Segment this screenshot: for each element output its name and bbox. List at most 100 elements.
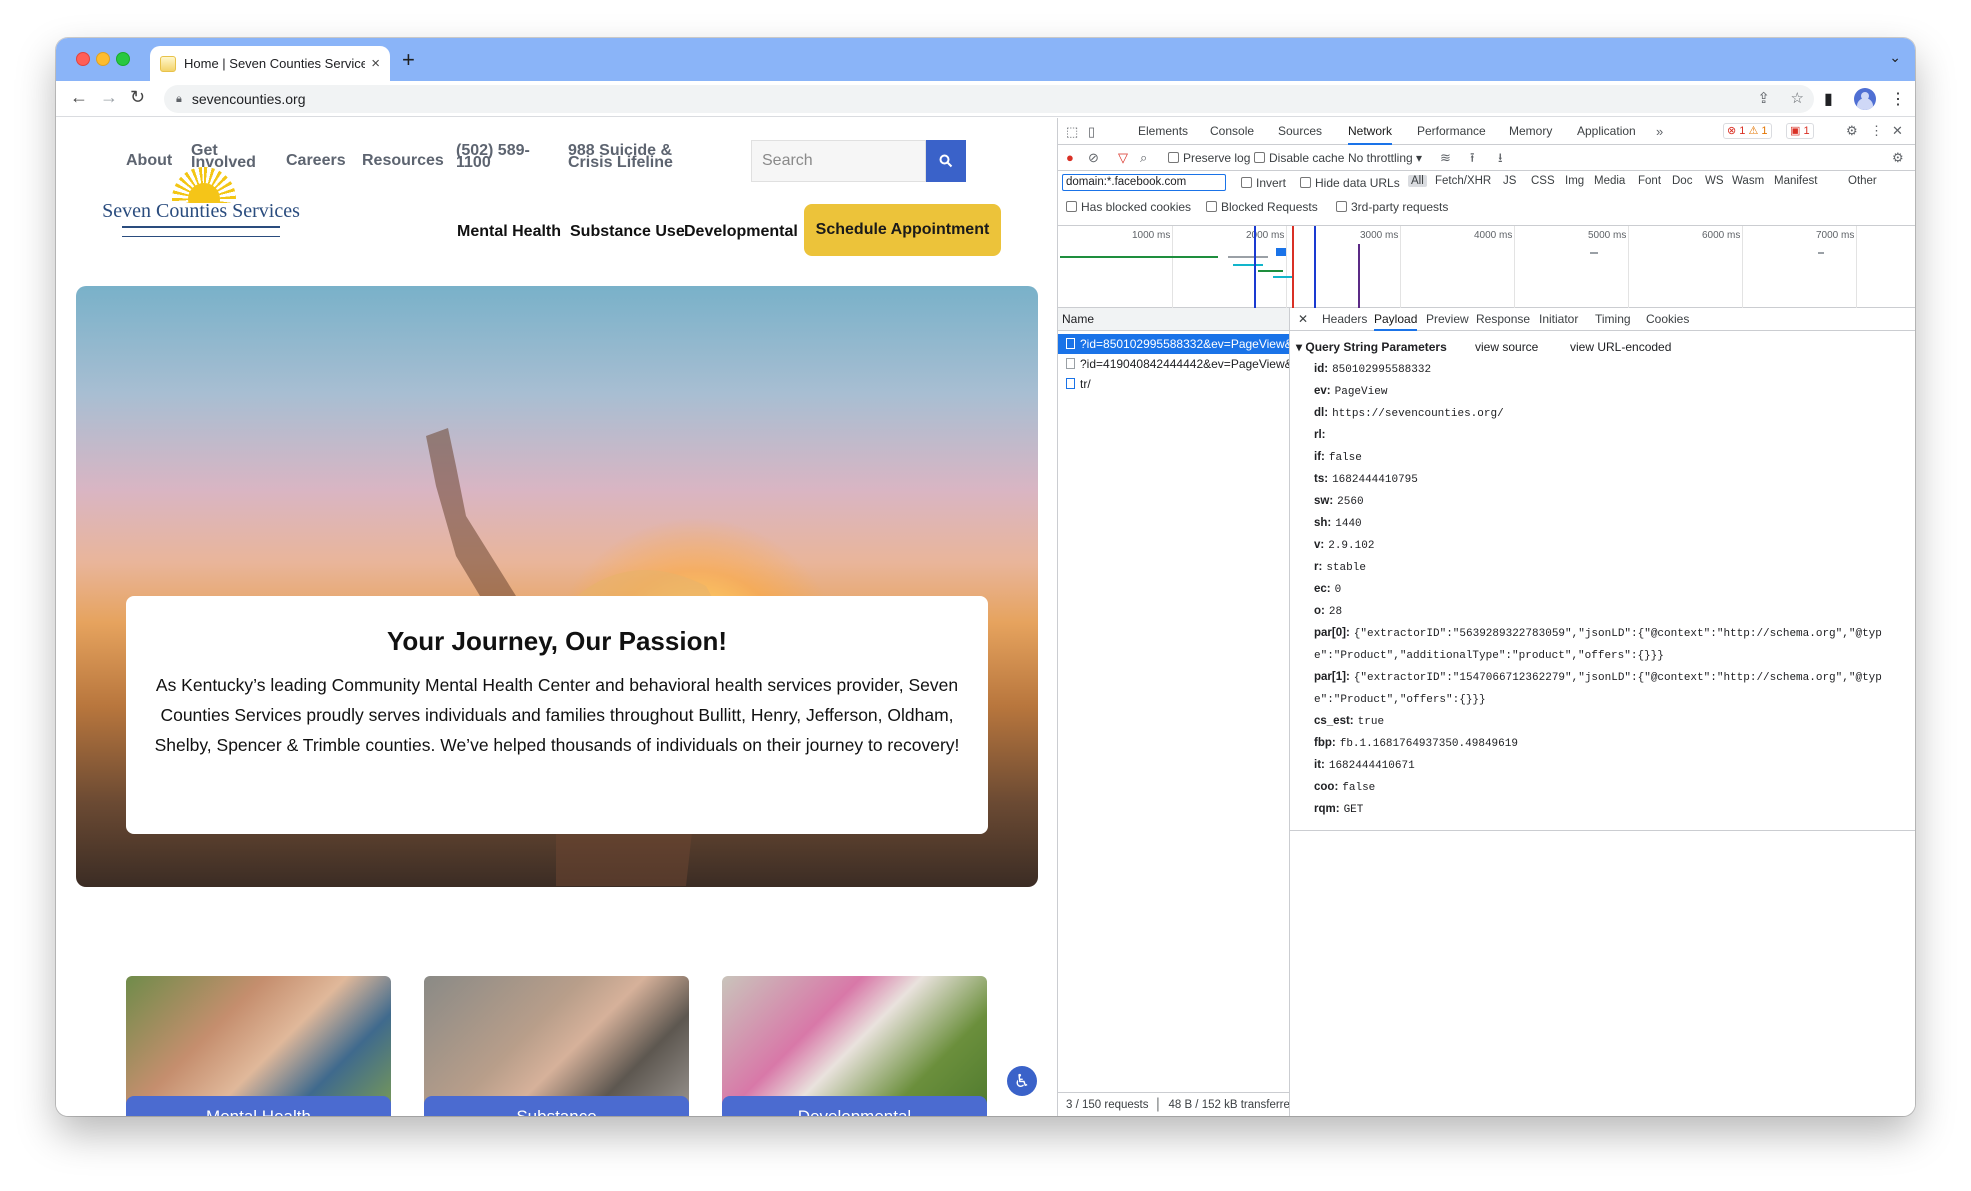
tab-timing[interactable]: Timing [1595,308,1631,331]
new-tab-button[interactable]: + [402,47,415,73]
mental-health-button[interactable]: Mental Health [126,1096,391,1116]
tab-memory[interactable]: Memory [1509,118,1552,145]
window-minimize-button[interactable] [96,52,110,66]
site-search-button[interactable] [926,140,966,182]
network-timeline-overview[interactable]: 1000 ms 2000 ms 3000 ms 4000 ms 5000 ms … [1058,226,1915,308]
tab-payload[interactable]: Payload [1374,308,1418,331]
device-toolbar-icon[interactable]: ▯ [1088,124,1095,140]
tab-performance[interactable]: Performance [1417,118,1486,145]
accessibility-icon[interactable]: ♿︎ [1007,1066,1037,1096]
view-source-link[interactable]: view source [1475,340,1538,354]
tab-initiator[interactable]: Initiator [1539,308,1578,331]
type-filter-all[interactable]: All [1408,175,1427,187]
network-filter-input[interactable]: domain:*.facebook.com [1062,174,1226,191]
type-filter-manifest[interactable]: Manifest [1774,175,1817,187]
type-filter-doc[interactable]: Doc [1672,175,1692,187]
param-row: coo: false [1314,781,1376,794]
blocked-cookies-checkbox[interactable]: Has blocked cookies [1066,200,1191,214]
tab-application[interactable]: Application [1577,118,1636,145]
export-har-icon[interactable]: ⭳ [1498,149,1503,171]
reload-icon[interactable]: ↻ [130,87,145,108]
type-filter-other[interactable]: Other [1848,175,1877,187]
issues-badge[interactable]: ▣ 1 [1786,123,1814,139]
type-filter-media[interactable]: Media [1594,175,1625,187]
tab-close-icon[interactable]: × [371,55,380,72]
browser-menu-icon[interactable]: ⋮ [1890,89,1906,109]
nav-mental-health[interactable]: Mental Health [457,223,561,241]
filter-funnel-icon[interactable]: ▽ [1118,150,1128,166]
substance-button[interactable]: Substance [424,1096,689,1116]
bookmark-star-icon[interactable]: ☆ [1791,89,1804,107]
window-close-button[interactable] [76,52,90,66]
record-icon[interactable]: ● [1066,150,1074,165]
site-search-input[interactable]: Search [751,140,926,182]
tab-response[interactable]: Response [1476,308,1530,331]
import-har-icon[interactable]: ⭱ [1470,149,1475,171]
schedule-appointment-button[interactable]: Schedule Appointment [804,204,1001,256]
blocked-requests-checkbox[interactable]: Blocked Requests [1206,200,1318,214]
inspect-element-icon[interactable]: ⬚ [1066,124,1078,140]
side-panel-icon[interactable]: ▮ [1824,89,1833,109]
tab-network[interactable]: Network [1348,118,1393,145]
type-filter-css[interactable]: CSS [1531,175,1555,187]
share-icon[interactable]: ⇪ [1757,89,1770,107]
throttling-select[interactable]: No throttling ▾ [1348,151,1422,165]
address-bar[interactable]: 🔒︎ sevencounties.org ⇪ ☆ [164,85,1814,113]
type-filter-js[interactable]: JS [1503,175,1516,187]
nav-careers[interactable]: Careers [286,153,346,169]
error-count-badge[interactable]: ⊗ 1 ⚠ 1 [1723,123,1772,139]
param-row: id: 850102995588332 [1314,363,1432,376]
tab-console[interactable]: Console [1210,118,1254,145]
network-conditions-icon[interactable]: ≋ [1440,150,1451,166]
param-row: sh: 1440 [1314,517,1362,530]
tab-sources[interactable]: Sources [1278,118,1322,145]
browser-tab[interactable]: Home | Seven Counties Services × [150,46,390,81]
nav-resources[interactable]: Resources [362,153,444,169]
invert-checkbox[interactable]: Invert [1241,176,1286,190]
devtools-menu-icon[interactable]: ⋮ [1870,123,1883,139]
tab-preview[interactable]: Preview [1426,308,1469,331]
request-row[interactable]: tr/ [1058,374,1289,394]
search-icon [939,154,953,168]
type-filter-wasm[interactable]: Wasm [1732,175,1764,187]
developmental-button[interactable]: Developmental [722,1096,987,1116]
tab-cookies[interactable]: Cookies [1646,308,1689,331]
clear-icon[interactable]: ⊘ [1088,150,1099,166]
devtools-panel: ⬚ ▯ Elements Console Sources Network Per… [1057,118,1915,1116]
nav-phone[interactable]: (502) 589-1100 [456,143,536,171]
nav-crisis-lifeline[interactable]: 988 Suicide & Crisis Lifeline [568,143,718,171]
type-filter-ws[interactable]: WS [1705,175,1724,187]
type-filter-font[interactable]: Font [1638,175,1661,187]
request-row[interactable]: ?id=419040842444442&ev=PageView&dl=https… [1058,354,1289,374]
search-icon[interactable]: ⌕ [1140,150,1147,166]
third-party-requests-checkbox[interactable]: 3rd-party requests [1336,200,1448,214]
tab-headers[interactable]: Headers [1322,308,1367,331]
nav-about[interactable]: About [126,153,172,169]
tab-search-chevron-icon[interactable]: ⌄ [1889,49,1901,66]
disable-cache-checkbox[interactable]: Disable cache [1254,151,1344,165]
request-row[interactable]: ?id=850102995588332&ev=PageView&dl=https… [1058,334,1289,354]
substance-photo [424,976,689,1114]
nav-substance-use[interactable]: Substance Use [570,223,685,241]
window-maximize-button[interactable] [116,52,130,66]
name-column-header[interactable]: Name [1058,308,1289,331]
hide-data-urls-checkbox[interactable]: Hide data URLs [1300,176,1400,190]
timeline-tick: 7000 ms [1816,230,1855,241]
type-filter-img[interactable]: Img [1565,175,1584,187]
more-tabs-icon[interactable]: » [1656,124,1663,139]
settings-gear-icon[interactable]: ⚙ [1846,123,1858,139]
profile-avatar[interactable] [1854,88,1876,110]
preserve-log-checkbox[interactable]: Preserve log [1168,151,1250,165]
tab-elements[interactable]: Elements [1138,118,1188,145]
forward-arrow-icon[interactable]: → [100,87,118,108]
nav-developmental[interactable]: Developmental [684,223,798,241]
type-filter-fetch-xhr[interactable]: Fetch/XHR [1435,175,1491,187]
devtools-close-icon[interactable]: ✕ [1892,123,1903,139]
query-string-section-toggle[interactable]: ▾ Query String Parameters [1296,340,1447,354]
close-details-icon[interactable]: ✕ [1298,308,1308,331]
param-row: par[1]: {"extractorID":"1547066712362279"… [1314,671,1882,706]
network-settings-icon[interactable]: ⚙ [1892,150,1904,166]
view-url-encoded-link[interactable]: view URL-encoded [1570,340,1671,354]
nav-get-involved[interactable]: Get Involved [191,143,261,171]
back-arrow-icon[interactable]: ← [70,87,88,108]
